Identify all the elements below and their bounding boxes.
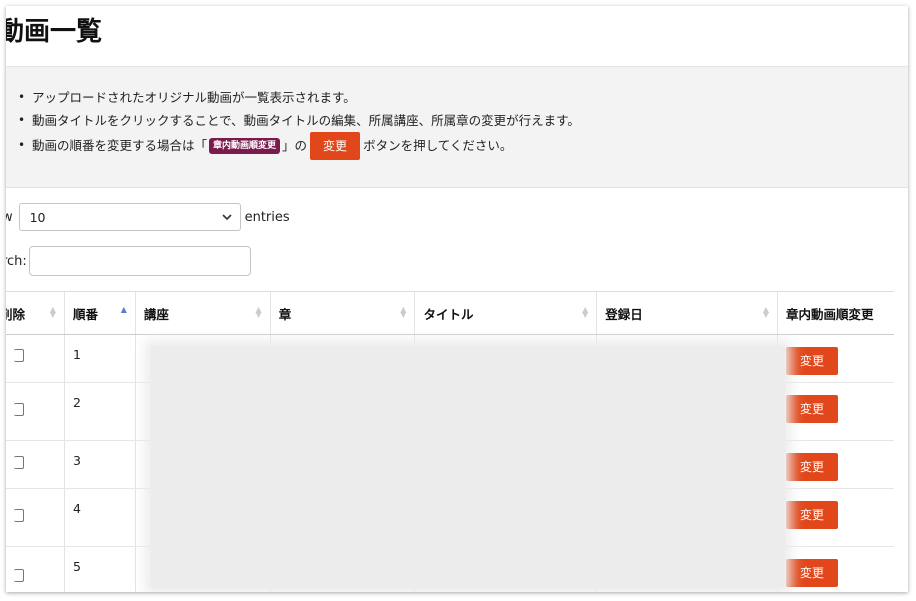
reorder-cell: 変更: [776, 546, 894, 592]
chevron-down-icon: [222, 213, 232, 220]
col-chapter-label: 章: [278, 306, 292, 322]
info-list: • アップロードされたオリジナル動画が一覧表示されます。 • 動画タイトルをクリ…: [18, 86, 580, 160]
bullet-icon: •: [18, 90, 26, 104]
change-button[interactable]: 変更: [785, 453, 838, 481]
info-item-2: • 動画タイトルをクリックすることで、動画タイトルの編集、所属講座、所属章の変更…: [18, 109, 580, 132]
col-title[interactable]: タイトル ▲ ▼: [414, 291, 597, 335]
info-item-3: • 動画の順番を変更する場合は「 章内動画順変更 」の 変更 ボタンを押してくだ…: [18, 131, 580, 160]
col-delete-label: 削除: [6, 306, 26, 322]
entries-select-value: 10: [29, 209, 46, 225]
order-cell: 5: [63, 546, 136, 592]
reorder-badge: 章内動画順変更: [209, 137, 281, 154]
info-text-3c: ボタンを押してください。: [363, 138, 513, 153]
search-input[interactable]: [28, 246, 251, 276]
checkbox-icon[interactable]: [14, 569, 24, 582]
col-course[interactable]: 講座 ▲ ▼: [134, 291, 271, 335]
checkbox-icon[interactable]: [14, 349, 24, 362]
info-panel: • アップロードされたオリジナル動画が一覧表示されます。 • 動画タイトルをクリ…: [6, 66, 908, 188]
col-chapter[interactable]: 章 ▲ ▼: [269, 291, 415, 335]
example-change-button: 変更: [310, 131, 361, 160]
sort-asc-icon: ▲: [120, 305, 127, 314]
sort-arrows-icon: ▲ ▼: [400, 305, 407, 319]
sort-arrows-icon: ▲ ▼: [762, 305, 769, 319]
checkbox-icon[interactable]: [14, 456, 24, 469]
delete-cell: [6, 440, 65, 489]
change-button[interactable]: 変更: [785, 347, 838, 375]
reorder-cell: 変更: [776, 382, 894, 441]
search-label: arch:: [6, 253, 27, 269]
reorder-cell: 変更: [776, 488, 894, 547]
delete-cell: [6, 382, 65, 441]
info-text-2: 動画タイトルをクリックすることで、動画タイトルの編集、所属講座、所属章の変更が行…: [32, 113, 580, 128]
sort-arrows-icon: ▲ ▼: [49, 305, 56, 319]
change-button[interactable]: 変更: [785, 501, 838, 529]
page-title: 動画一覧: [6, 17, 103, 47]
sort-arrows-icon: ▲ ▼: [255, 305, 262, 319]
change-button[interactable]: 変更: [785, 559, 838, 587]
col-reorder-label: 章内動画順変更: [785, 306, 874, 322]
col-reorder[interactable]: 章内動画順変更: [776, 291, 894, 335]
length-label-suffix: entries: [244, 209, 290, 225]
info-text-3a: 動画の順番を変更する場合は「: [32, 138, 208, 153]
bullet-icon: •: [18, 113, 26, 127]
delete-cell: [6, 334, 65, 383]
page: 動画一覧 • アップロードされたオリジナル動画が一覧表示されます。 • 動画タイ…: [6, 6, 908, 592]
length-control: ow 10 entries: [6, 203, 290, 231]
info-text-3b: 」の: [282, 138, 308, 153]
col-order-label: 順番: [72, 306, 98, 322]
entries-select[interactable]: 10: [18, 203, 241, 231]
checkbox-icon[interactable]: [14, 403, 24, 416]
col-order[interactable]: 順番 ▲: [63, 291, 136, 335]
table-header-row: 削除 ▲ ▼ 順番 ▲ 講座 ▲ ▼ 章 ▲ ▼ タイトル ▲ ▼ 登録日 ▲ ▼ 章内動画順変更: [6, 291, 894, 335]
info-text-1: アップロードされたオリジナル動画が一覧表示されます。: [32, 90, 356, 105]
order-cell: 4: [63, 488, 136, 547]
reorder-cell: 変更: [776, 440, 894, 489]
col-course-label: 講座: [143, 306, 169, 322]
info-item-1: • アップロードされたオリジナル動画が一覧表示されます。: [18, 86, 580, 109]
delete-cell: [6, 546, 65, 592]
reorder-cell: 変更: [776, 334, 894, 383]
change-button[interactable]: 変更: [785, 395, 838, 423]
sort-arrows-icon: ▲ ▼: [582, 305, 589, 319]
search-control: arch:: [6, 246, 251, 276]
length-label-prefix: ow: [6, 209, 13, 225]
col-registered-label: 登録日: [605, 306, 643, 322]
col-title-label: タイトル: [423, 306, 474, 322]
col-registered[interactable]: 登録日 ▲ ▼: [596, 291, 778, 335]
order-cell: 3: [63, 440, 136, 489]
col-delete[interactable]: 削除 ▲ ▼: [6, 291, 65, 335]
redacted-area: [151, 346, 785, 588]
bullet-icon: •: [18, 138, 26, 152]
order-cell: 1: [63, 334, 136, 383]
delete-cell: [6, 488, 65, 547]
checkbox-icon[interactable]: [14, 509, 24, 522]
order-cell: 2: [63, 382, 136, 441]
